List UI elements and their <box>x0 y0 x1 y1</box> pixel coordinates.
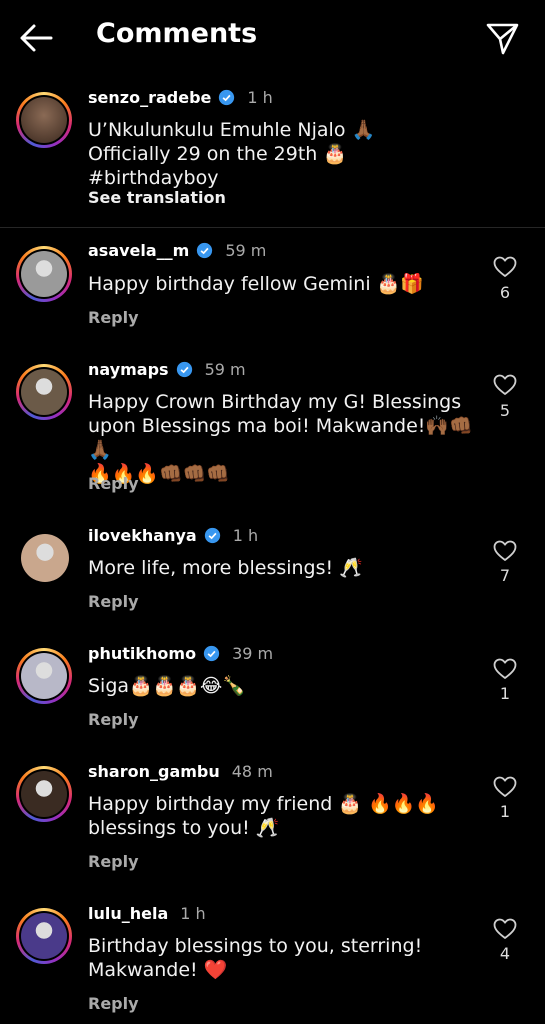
username[interactable]: naymaps <box>88 360 169 379</box>
heart-outline-icon[interactable] <box>493 658 517 680</box>
username[interactable]: phutikhomo <box>88 644 196 663</box>
timestamp: 59 m <box>225 241 267 260</box>
top-bar: Comments <box>0 0 545 76</box>
avatar[interactable] <box>16 648 72 704</box>
heart-outline-icon[interactable] <box>493 776 517 798</box>
comment-line: Happy Crown Birthday my G! Blessings <box>88 391 462 413</box>
heart-outline-icon[interactable] <box>493 256 517 278</box>
reply-button[interactable]: Reply <box>88 710 139 729</box>
username[interactable]: senzo_radebe <box>88 88 211 107</box>
comment-line: Siga🎂🎂🎂😂🍾 <box>88 675 246 697</box>
username[interactable]: ilovekhanya <box>88 526 197 545</box>
reply-button[interactable]: Reply <box>88 852 139 871</box>
verified-badge-icon <box>176 361 192 378</box>
reply-button[interactable]: Reply <box>88 308 139 327</box>
username[interactable]: sharon_gambu <box>88 762 220 781</box>
reply-button[interactable]: Reply <box>88 474 139 493</box>
comment-meta: asavela__m 59 m <box>88 241 266 260</box>
username[interactable]: lulu_hela <box>88 904 168 923</box>
timestamp: 1 h <box>180 904 206 923</box>
caption-text: U’Nkulunkulu Emuhle Njalo 🙏🏾 Officially … <box>88 118 478 190</box>
comment-text: Happy Crown Birthday my G! Blessings upon… <box>88 390 478 486</box>
comment-line: 🔥🔥🔥👊🏾👊🏾👊🏾 <box>88 463 230 485</box>
timestamp: 59 m <box>204 360 246 379</box>
verified-badge-icon <box>203 645 220 662</box>
heart-outline-icon[interactable] <box>493 540 517 562</box>
avatar[interactable] <box>16 246 72 302</box>
verified-badge-icon <box>197 242 213 259</box>
reply-button[interactable]: Reply <box>88 994 139 1013</box>
avatar[interactable] <box>16 92 72 148</box>
comment-meta: ilovekhanya 1 h <box>88 526 258 545</box>
like-count: 1 <box>499 802 511 821</box>
comment-text: Siga🎂🎂🎂😂🍾 <box>88 674 478 698</box>
like-count: 4 <box>499 944 511 963</box>
comment-line: Makwande! ❤️ <box>88 959 228 981</box>
username[interactable]: asavela__m <box>88 241 189 260</box>
like-count: 6 <box>499 283 511 302</box>
comment-text: Happy birthday fellow Gemini 🎂🎁 <box>88 272 478 296</box>
comment-line: Happy birthday my friend 🎂 🔥🔥🔥 <box>88 793 440 815</box>
comment-text: More life, more blessings! 🥂 <box>88 556 478 580</box>
see-translation-button[interactable]: See translation <box>88 188 226 207</box>
timestamp: 39 m <box>232 644 274 663</box>
heart-outline-icon[interactable] <box>493 374 517 396</box>
comment-text: Happy birthday my friend 🎂 🔥🔥🔥 blessings … <box>88 792 478 840</box>
like-count: 5 <box>499 401 511 420</box>
back-arrow-icon[interactable] <box>18 22 54 54</box>
comment-meta: naymaps 59 m <box>88 360 246 379</box>
comment-meta: lulu_hela 1 h <box>88 904 206 923</box>
caption-line: Officially 29 on the 29th 🎂 #birthdayboy <box>88 143 348 189</box>
avatar[interactable] <box>16 908 72 964</box>
page-title: Comments <box>96 18 258 49</box>
avatar[interactable] <box>21 534 69 582</box>
verified-badge-icon <box>219 89 235 106</box>
comment-line: blessings to you! 🥂 <box>88 817 280 839</box>
divider <box>0 227 545 228</box>
send-icon[interactable] <box>484 20 520 56</box>
verified-badge-icon <box>204 527 220 544</box>
avatar[interactable] <box>16 766 72 822</box>
avatar[interactable] <box>16 364 72 420</box>
comment-line: upon Blessings ma boi! Makwande!🙌🏾👊🏾🙏🏾 <box>88 415 473 461</box>
reply-button[interactable]: Reply <box>88 592 139 611</box>
comment-meta: senzo_radebe 1 h <box>88 88 273 107</box>
comment-line: More life, more blessings! 🥂 <box>88 557 363 579</box>
timestamp: 1 h <box>232 526 259 545</box>
comment-meta: phutikhomo 39 m <box>88 644 273 663</box>
heart-outline-icon[interactable] <box>493 918 517 940</box>
comment-text: Birthday blessings to you, sterring! Makw… <box>88 934 478 982</box>
timestamp: 48 m <box>231 762 273 781</box>
comment-line: Birthday blessings to you, sterring! <box>88 935 423 957</box>
timestamp: 1 h <box>247 88 273 107</box>
comment-meta: sharon_gambu 48 m <box>88 762 273 781</box>
comment-line: Happy birthday fellow Gemini 🎂🎁 <box>88 273 424 295</box>
like-count: 7 <box>499 566 511 585</box>
like-count: 1 <box>499 684 511 703</box>
caption-line: U’Nkulunkulu Emuhle Njalo 🙏🏾 <box>88 119 376 141</box>
